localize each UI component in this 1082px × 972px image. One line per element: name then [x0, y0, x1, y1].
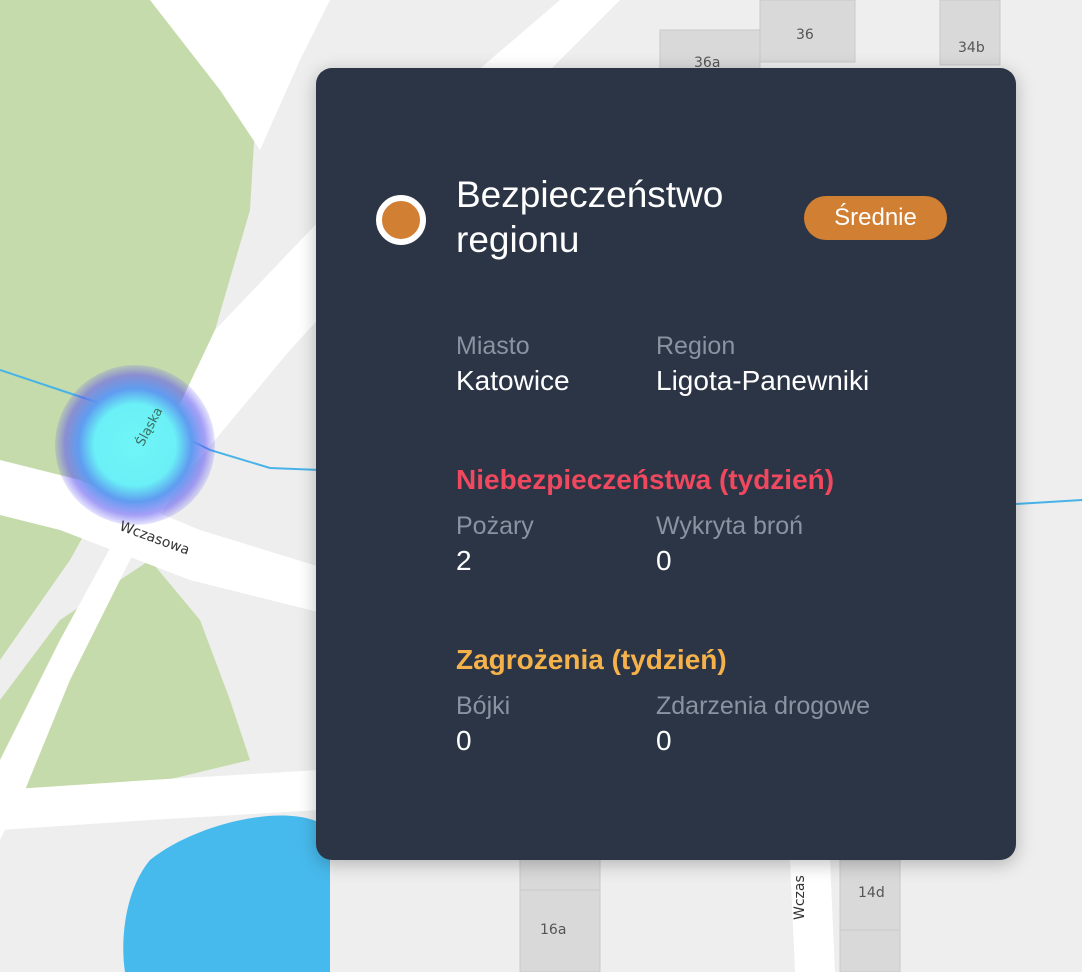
- safety-status-icon: [376, 195, 426, 245]
- popup-title: Bezpieczeństwo regionu: [456, 174, 724, 260]
- weapons-field: Wykryta broń 0: [656, 510, 976, 580]
- building-label-36: 36: [796, 27, 814, 43]
- region-label: Region: [656, 332, 736, 360]
- accidents-value: 0: [656, 725, 672, 756]
- region-field: Region Ligota-Panewniki: [656, 330, 976, 400]
- safety-level-badge: Średnie: [804, 196, 947, 240]
- accidents-label: Zdarzenia drogowe: [656, 692, 871, 720]
- building-label-16a: 16a: [540, 922, 567, 938]
- heatmap-hotspot[interactable]: [55, 365, 215, 525]
- dangers-title: Niebezpieczeństwa (tydzień): [456, 464, 835, 495]
- region-value: Ligota-Panewniki: [656, 365, 870, 396]
- building-label-14d: 14d: [858, 885, 885, 901]
- building-label-34b: 34b: [958, 40, 985, 56]
- weapons-label: Wykryta broń: [656, 512, 804, 540]
- building-14d-lower: [839, 929, 901, 972]
- region-safety-popup: Bezpieczeństwo regionu Średnie Miasto Ka…: [316, 68, 1016, 860]
- threats-title: Zagrożenia (tydzień): [456, 644, 727, 675]
- accidents-field: Zdarzenia drogowe 0: [656, 690, 976, 760]
- weapons-value: 0: [656, 545, 672, 576]
- street-label-wczasowa-short: Wczas: [792, 875, 808, 920]
